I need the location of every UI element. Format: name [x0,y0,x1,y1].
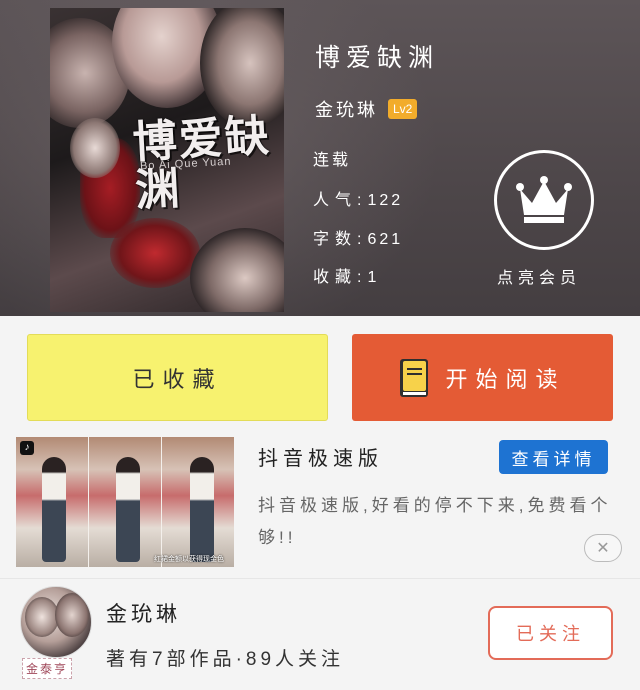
popularity-row: 人气:122 [313,186,403,210]
book-cover-image[interactable]: 博爱缺渊 Bo Ai Que Yuan [50,8,284,312]
popularity-label: 人气: [313,192,368,209]
level-badge: Lv2 [388,99,418,119]
book-header: 博爱缺渊 Bo Ai Que Yuan 博爱缺渊 金玧琳 Lv2 连载 人气:1… [0,0,640,316]
ad-person [190,457,214,562]
favorites-label: 收藏: [313,269,368,286]
author-name[interactable]: 金玧琳 [315,96,378,122]
start-reading-button[interactable]: 开始阅读 [352,334,613,421]
ad-image[interactable]: ♪ 红裙金额以获得现金色 [16,437,234,567]
ad-description[interactable]: 抖音极速版,好看的停不下来,免费看个够!! [258,490,628,554]
avatar-figure [55,593,89,637]
view-details-button[interactable]: 查看详情 [499,440,608,474]
ad-person [42,457,66,562]
book-status: 连载 [313,152,352,169]
ad-image-caption: 红裙金额以获得现金色 [154,556,224,563]
ad-person [116,457,140,562]
cover-figure [190,228,284,312]
avatar-figure [25,597,59,637]
author-row: 金玧琳 Lv2 [315,96,418,122]
favorited-button-label: 已收藏 [132,366,223,392]
crown-icon [516,176,572,223]
author-card-stats: 著有7部作品·89人关注 [106,649,345,670]
book-title: 博爱缺渊 [315,43,440,72]
word-count-value: 621 [367,231,404,248]
start-reading-label: 开始阅读 [445,366,566,392]
ad-title[interactable]: 抖音极速版 [258,442,383,471]
avatar-tag: 金泰亨 [22,658,73,679]
cover-figure [200,8,284,128]
section-divider [0,578,640,579]
cover-decoration [110,218,200,288]
following-button[interactable]: 已关注 [488,606,613,660]
popularity-value: 122 [367,192,404,209]
favorites-row: 收藏:1 [313,263,379,287]
book-icon [399,358,429,398]
word-count-label: 字数: [313,231,368,248]
vip-label[interactable]: 点亮会员 [497,264,581,288]
cover-figure [70,118,120,178]
author-card-name[interactable]: 金玧琳 [106,598,181,628]
vip-button[interactable] [494,150,594,250]
avatar[interactable] [20,586,92,658]
favorited-button[interactable]: 已收藏 [27,334,328,421]
tiktok-icon: ♪ [20,441,34,455]
favorites-value: 1 [367,269,380,286]
word-count-row: 字数:621 [313,225,403,249]
close-icon[interactable]: ✕ [584,534,622,562]
